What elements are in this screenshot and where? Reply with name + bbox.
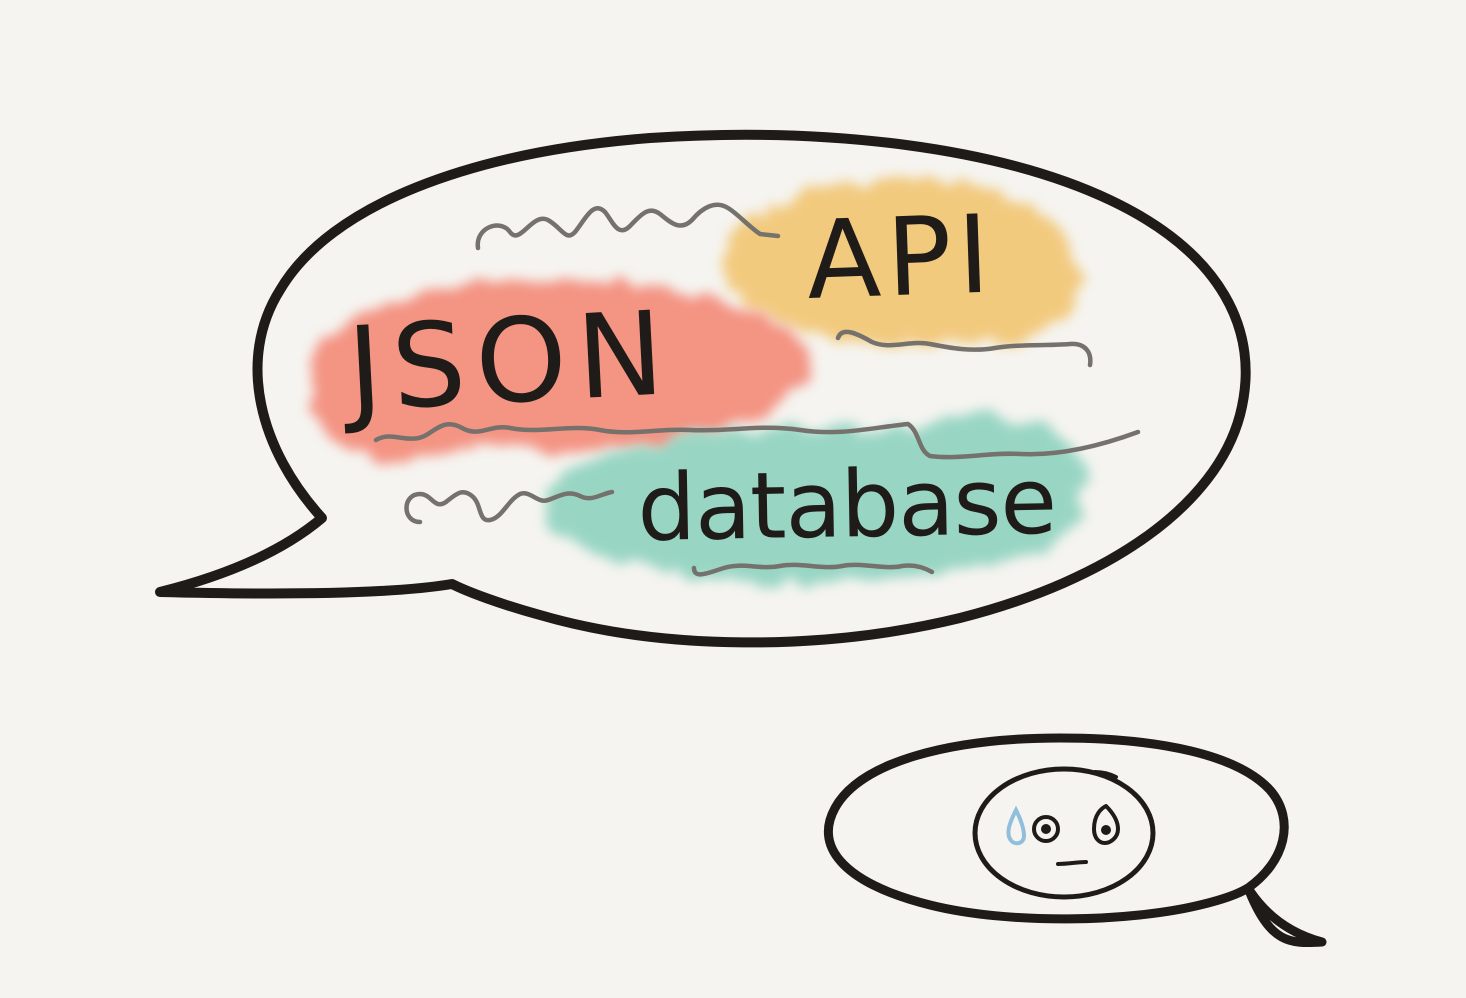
- api-label: API: [805, 192, 998, 324]
- database-label: database: [637, 448, 1057, 562]
- svg-text:database: database: [637, 448, 1057, 562]
- json-label: JSON: [338, 286, 677, 438]
- svg-text:API: API: [805, 192, 998, 324]
- svg-text:JSON: JSON: [338, 286, 677, 438]
- face-mouth: [1056, 860, 1088, 866]
- sketch-canvas: API JSON database: [0, 0, 1466, 998]
